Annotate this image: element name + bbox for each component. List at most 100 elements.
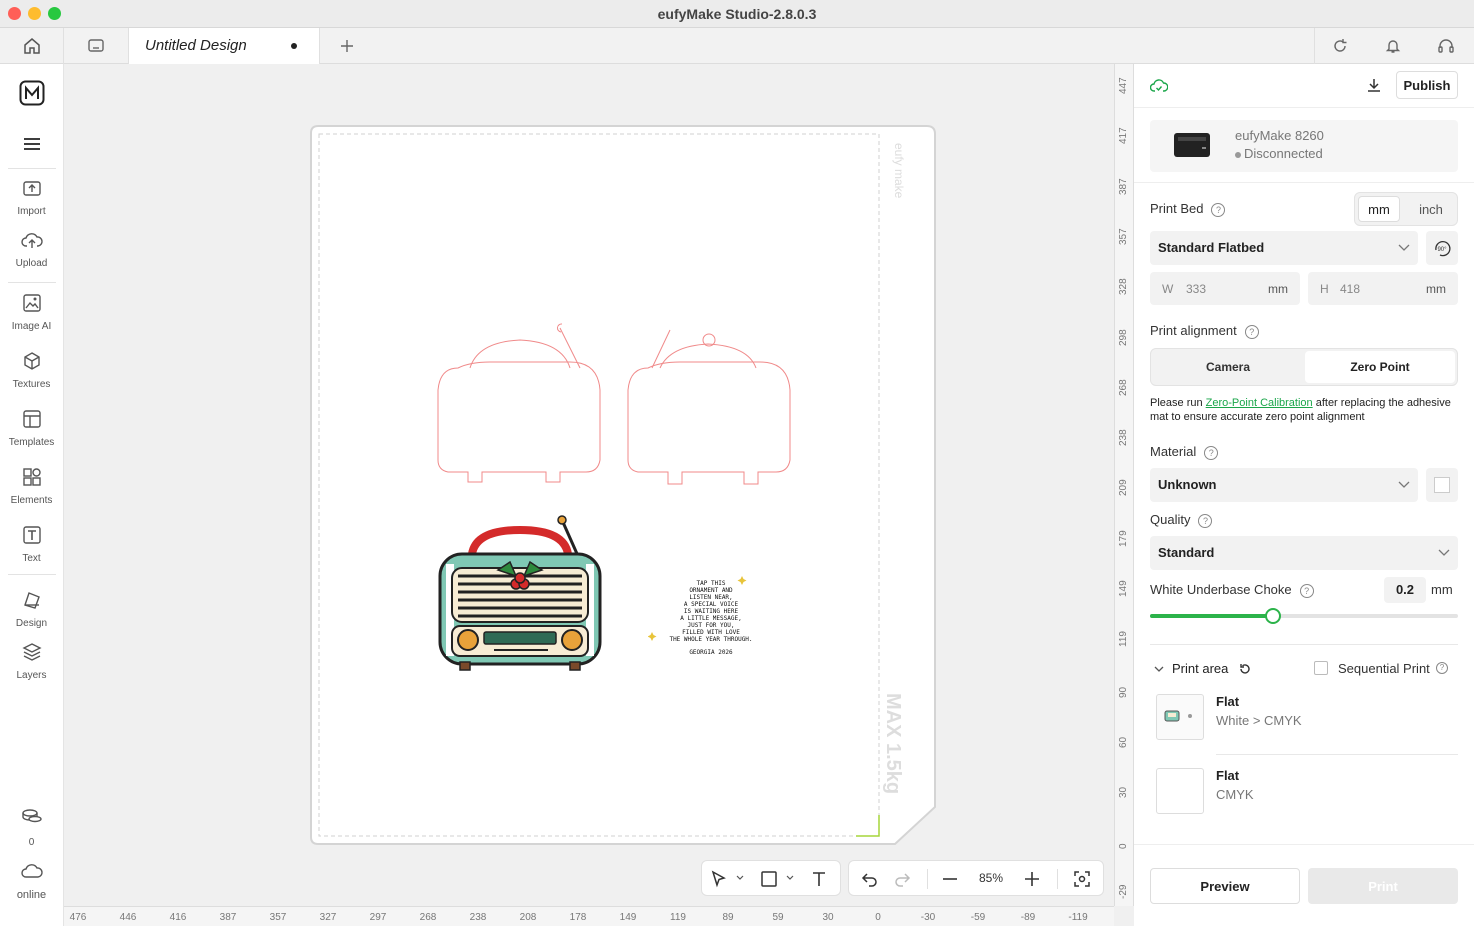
sequential-print-checkbox[interactable] [1314,661,1328,675]
home-icon [23,38,40,54]
reset-icon[interactable] [1238,662,1252,676]
ruler-tick-label: 387 [1118,177,1129,195]
alignment-note: Please run Zero-Point Calibration after … [1150,396,1458,424]
tab-bar: Untitled Design [0,28,1474,64]
printer-name: eufyMake 8260 [1235,128,1324,143]
chevron-down-icon[interactable] [786,875,794,881]
help-icon[interactable]: ? [1204,445,1219,460]
sidebar-item-elements[interactable]: Elements [0,467,63,506]
help-icon[interactable]: ? [1244,324,1259,339]
logo [0,80,63,111]
ruler-tick-label: 208 [519,912,537,923]
sidebar-item-import[interactable]: Import [0,178,63,217]
cut-outline-back-handle [659,343,757,369]
zoom-out-icon[interactable] [941,870,959,888]
cut-outline-antenna [557,323,581,369]
fit-screen-icon[interactable] [1073,870,1091,888]
zoom-level[interactable]: 85% [973,871,1009,885]
zoom-bar: 85% [848,860,1104,896]
camera-option[interactable]: Camera [1153,351,1303,383]
notifications-button[interactable] [1372,28,1414,64]
print-bed-select[interactable]: Standard Flatbed [1150,231,1418,265]
layers-icon [21,643,42,661]
chevron-down-icon[interactable] [1154,666,1164,673]
height-label: H [1320,282,1329,296]
home-button[interactable] [0,28,64,64]
select-tool-icon[interactable] [710,870,728,888]
bell-icon [1385,40,1401,53]
printer-card[interactable]: eufyMake 8260 Disconnected [1150,120,1458,172]
sparkle-decoration [648,576,747,641]
unit-mm-button[interactable]: mm [1358,196,1400,222]
print-layer-item[interactable]: Flat White > CMYK [1156,694,1458,746]
menu-button[interactable] [0,136,63,157]
slider-thumb[interactable] [1265,608,1282,624]
print-alignment-label-text: Print alignment [1150,323,1237,338]
publish-button[interactable]: Publish [1396,71,1458,99]
download-icon[interactable] [1366,77,1382,93]
width-label: W [1162,282,1174,296]
ruler-tick-label: 446 [119,912,137,923]
choke-slider[interactable] [1150,608,1458,624]
sidebar-item-label: Image AI [11,321,52,332]
title-bar: eufyMake Studio-2.8.0.3 [0,0,1474,28]
divider [1134,844,1474,845]
zero-point-option[interactable]: Zero Point [1305,351,1455,383]
ruler-tick-label: 238 [1118,429,1129,447]
radio-artwork[interactable] [436,514,604,674]
connection-status[interactable]: online [0,862,63,901]
cloud-sync-icon[interactable] [1150,78,1168,94]
help-icon[interactable]: ? [1299,583,1314,598]
cut-outline-group[interactable] [430,320,800,490]
print-bed-value: Standard Flatbed [1158,240,1265,255]
support-button[interactable] [1424,28,1468,64]
rotate-90-button[interactable]: 90° [1426,231,1458,265]
ruler-tick-label: 30 [1118,787,1129,799]
ruler-tick-label: 298 [1118,328,1129,346]
help-icon[interactable]: ? [1211,202,1226,217]
sidebar-item-design[interactable]: Design [0,590,63,629]
ruler-tick-label: 60 [1118,736,1129,748]
new-tab-button[interactable] [330,28,364,64]
sidebar-item-upload[interactable]: Upload [0,230,63,269]
shape-tool-icon[interactable] [760,870,778,888]
chevron-down-icon[interactable] [736,875,744,881]
cut-outline-back [627,361,791,485]
tab-untitled-design[interactable]: Untitled Design [128,28,320,64]
help-icon[interactable]: ? [1198,513,1213,528]
sidebar-item-textures[interactable]: Textures [0,351,63,390]
zero-point-calibration-link[interactable]: Zero-Point Calibration [1206,397,1313,409]
material-color-button[interactable] [1426,468,1458,502]
ruler-tick-label: 357 [1118,228,1129,245]
tab-label: Untitled Design [145,37,247,54]
text-tool-icon[interactable] [810,870,828,888]
help-icon[interactable]: ? [1436,662,1448,674]
refresh-button[interactable] [1314,28,1364,64]
width-value: 333 [1186,282,1207,296]
ruler-tick-label: 416 [169,912,187,923]
layer-thumbnail [1156,768,1204,814]
print-layer-item[interactable]: Flat CMYK [1156,768,1458,820]
redo-icon[interactable] [893,870,911,888]
devices-button[interactable] [64,28,128,64]
credits-indicator[interactable]: 0 [0,808,63,848]
cloud-upload-icon [20,233,43,248]
sidebar-item-layers[interactable]: Layers [0,642,63,681]
print-button[interactable]: Print [1308,868,1458,904]
undo-icon[interactable] [861,870,879,888]
preview-button[interactable]: Preview [1150,868,1300,904]
coins-icon [21,809,42,823]
sidebar-item-label: Import [17,206,46,217]
quality-select[interactable]: Standard [1150,536,1458,570]
zoom-in-icon[interactable] [1023,870,1041,888]
material-select[interactable]: Unknown [1150,468,1418,502]
unit-inch-button[interactable]: inch [1409,196,1453,222]
sidebar-item-templates[interactable]: Templates [0,409,63,448]
ruler-tick-label: 476 [69,912,87,923]
sidebar-item-image-ai[interactable]: Image AI [0,293,63,332]
width-field[interactable]: W 333 mm [1150,272,1300,305]
choke-input[interactable]: 0.2 [1384,577,1426,603]
sidebar-item-text[interactable]: Text [0,525,63,564]
height-field[interactable]: H 418 mm [1308,272,1458,305]
height-unit: mm [1426,282,1446,296]
